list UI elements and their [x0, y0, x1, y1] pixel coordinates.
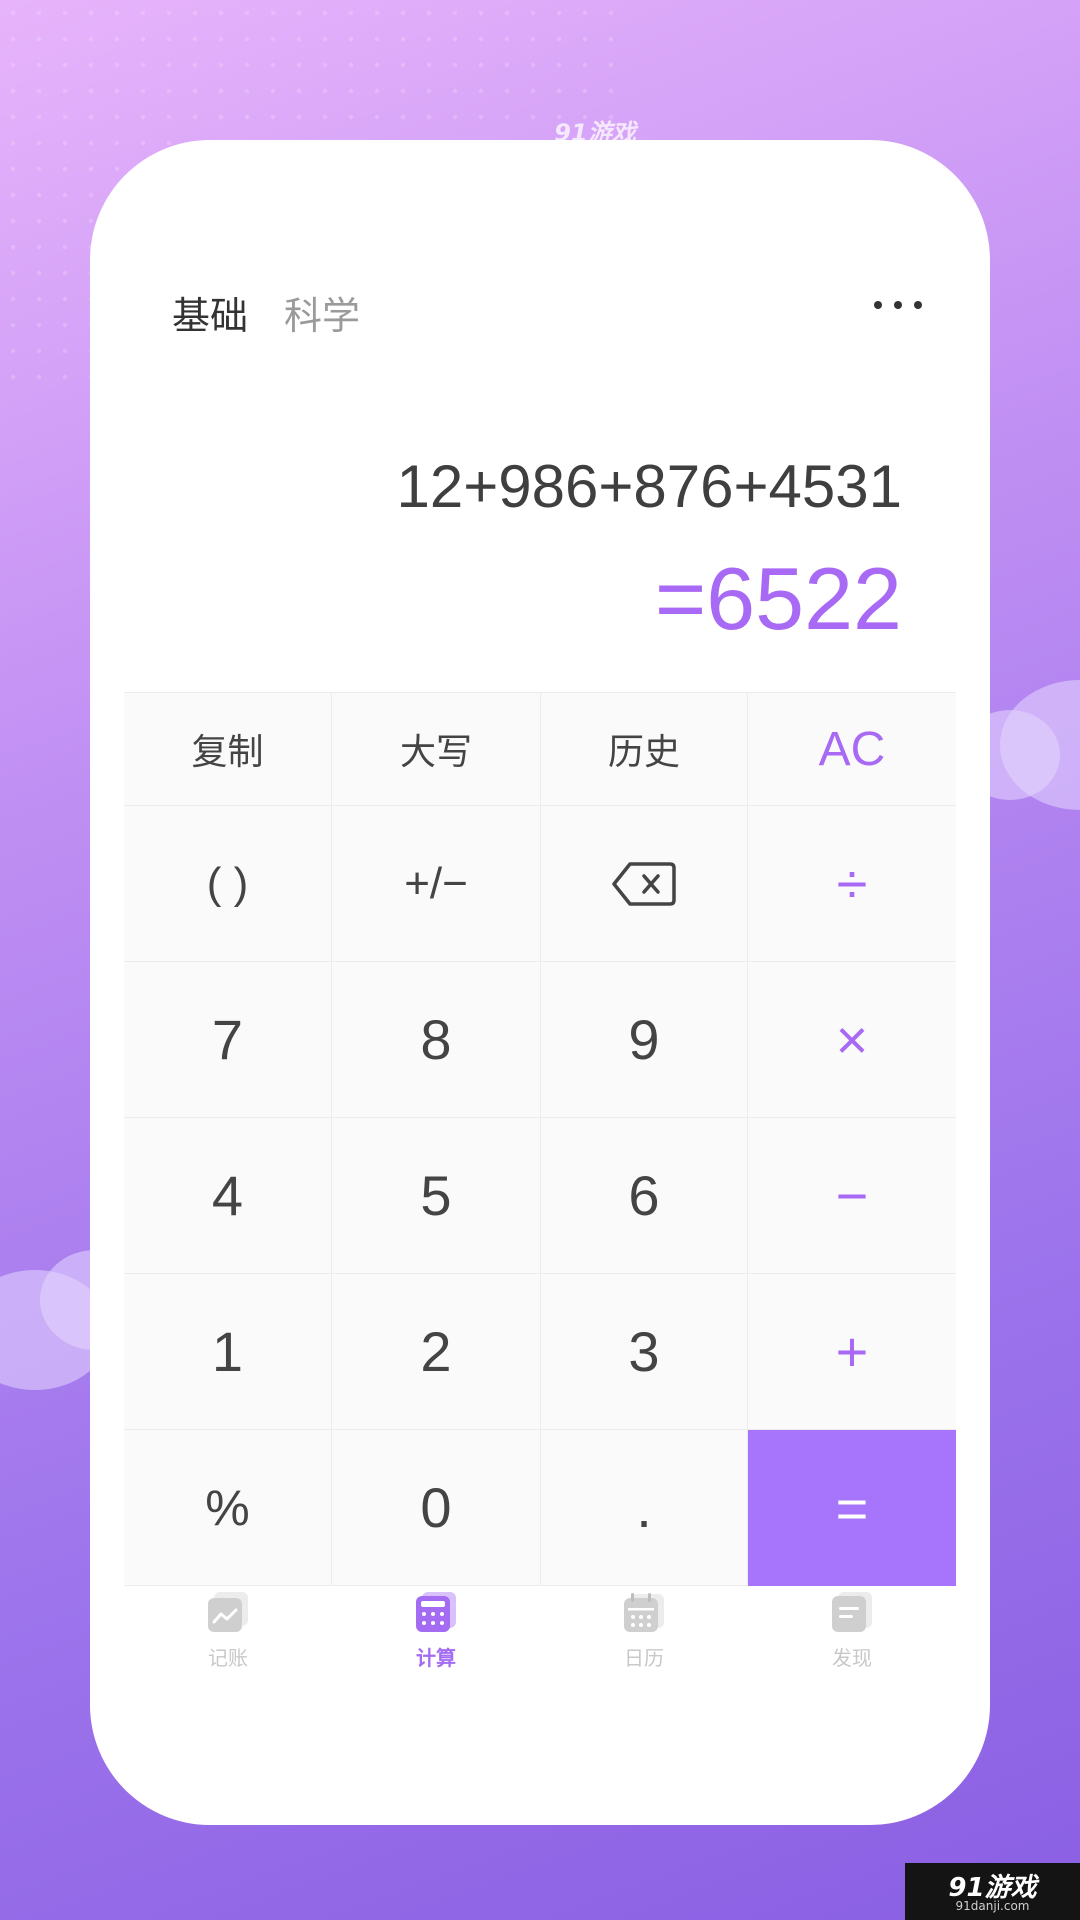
backspace-icon: [612, 861, 676, 906]
backspace-button[interactable]: [541, 806, 748, 962]
keypad: 复制 大写 历史 AC ( ) +/− ÷ 7 8 9 × 4 5 6 − 1 …: [124, 692, 956, 1586]
nav-item-ledger[interactable]: 记账: [124, 1590, 332, 1710]
nav-label-calendar: 日历: [624, 1646, 664, 1670]
nav-label-ledger: 记账: [208, 1646, 248, 1670]
digit-0-button[interactable]: 0: [332, 1430, 541, 1586]
digit-3-button[interactable]: 3: [541, 1274, 748, 1430]
equals-button[interactable]: =: [748, 1430, 956, 1586]
digit-5-button[interactable]: 5: [332, 1118, 541, 1274]
decimal-point-button[interactable]: .: [541, 1430, 748, 1586]
keypad-row: ( ) +/− ÷: [124, 806, 956, 962]
uppercase-button[interactable]: 大写: [332, 693, 541, 806]
digit-4-button[interactable]: 4: [124, 1118, 332, 1274]
digit-7-button[interactable]: 7: [124, 962, 332, 1118]
more-dot: [914, 301, 922, 309]
subtract-button[interactable]: −: [748, 1118, 956, 1274]
calendar-icon: [624, 1593, 664, 1632]
nav-item-calculator[interactable]: 计算: [332, 1590, 540, 1710]
nav-item-calendar[interactable]: 日历: [540, 1590, 748, 1710]
more-horizontal-icon[interactable]: [868, 285, 928, 325]
tab-basic[interactable]: 基础: [172, 285, 248, 340]
bottom-navigation: 记账 计算 日历 发现: [124, 1590, 956, 1710]
sign-toggle-button[interactable]: +/−: [332, 806, 541, 962]
nav-label-discover: 发现: [832, 1646, 872, 1670]
keypad-row: % 0 . =: [124, 1430, 956, 1586]
nav-item-discover[interactable]: 发现: [748, 1590, 956, 1710]
keypad-row: 复制 大写 历史 AC: [124, 693, 956, 806]
percent-button[interactable]: %: [124, 1430, 332, 1586]
calculator-icon: [416, 1592, 456, 1632]
digit-2-button[interactable]: 2: [332, 1274, 541, 1430]
watermark: 91游戏 91danji.com: [905, 1863, 1080, 1920]
keypad-row: 4 5 6 −: [124, 1118, 956, 1274]
keypad-row: 1 2 3 +: [124, 1274, 956, 1430]
more-dot: [894, 301, 902, 309]
add-button[interactable]: +: [748, 1274, 956, 1430]
digit-9-button[interactable]: 9: [541, 962, 748, 1118]
result-display: =6522: [654, 549, 902, 648]
digit-1-button[interactable]: 1: [124, 1274, 332, 1430]
copy-button[interactable]: 复制: [124, 693, 332, 806]
divide-button[interactable]: ÷: [748, 806, 956, 962]
calculator-screen: 基础 科学 12+986+876+4531 =6522 复制 大写 历史 AC …: [90, 140, 990, 1825]
all-clear-button[interactable]: AC: [748, 693, 956, 806]
nav-label-calculator: 计算: [416, 1646, 456, 1670]
more-dot: [874, 301, 882, 309]
discover-icon: [832, 1592, 872, 1632]
mode-tabs: 基础 科学: [172, 285, 360, 340]
multiply-button[interactable]: ×: [748, 962, 956, 1118]
parentheses-button[interactable]: ( ): [124, 806, 332, 962]
watermark-url: 91danji.com: [955, 1899, 1030, 1913]
digit-6-button[interactable]: 6: [541, 1118, 748, 1274]
expression-display: 12+986+876+4531: [396, 453, 902, 520]
ledger-icon: [208, 1592, 248, 1632]
keypad-row: 7 8 9 ×: [124, 962, 956, 1118]
digit-8-button[interactable]: 8: [332, 962, 541, 1118]
history-button[interactable]: 历史: [541, 693, 748, 806]
tab-scientific[interactable]: 科学: [284, 285, 360, 340]
